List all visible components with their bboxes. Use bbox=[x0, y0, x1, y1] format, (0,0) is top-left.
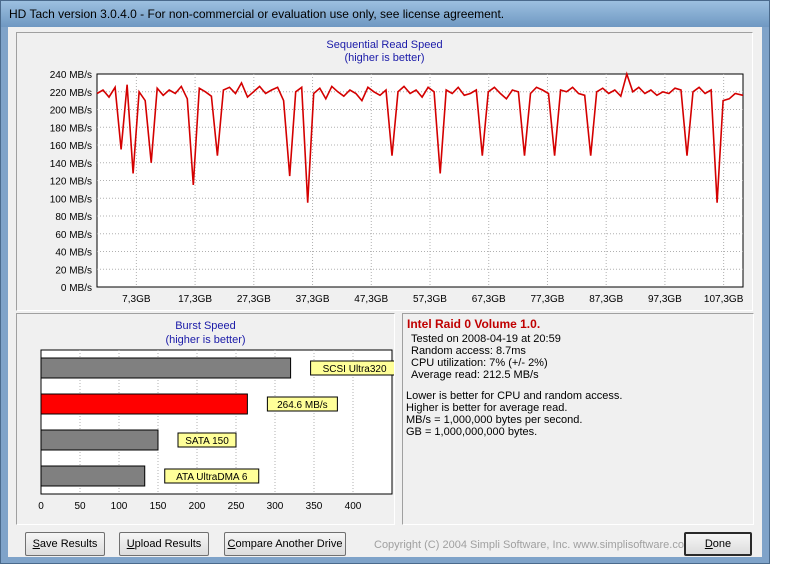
y-tick-label: 0 MB/s bbox=[61, 283, 92, 294]
title-bar[interactable]: HD Tach version 3.0.4.0 - For non-commer… bbox=[1, 1, 769, 27]
compare-another-drive-button[interactable]: Compare Another Drive bbox=[224, 532, 346, 556]
average-read: Average read: 212.5 MB/s bbox=[411, 369, 539, 381]
burst-bar bbox=[40, 429, 159, 451]
random-access: Random access: 8.7ms bbox=[411, 345, 526, 357]
results-info-panel: Intel Raid 0 Volume 1.0. Tested on 2008-… bbox=[402, 313, 754, 525]
drive-name: Intel Raid 0 Volume 1.0. bbox=[407, 317, 541, 331]
save-results-button[interactable]: Save Results bbox=[25, 532, 105, 556]
x-tick-label: 250 bbox=[228, 501, 245, 512]
x-tick-label: 100 bbox=[111, 501, 128, 512]
x-tick-label: 87,3GB bbox=[589, 294, 623, 305]
y-tick-label: 180 MB/s bbox=[50, 123, 92, 134]
x-tick-label: 17,3GB bbox=[178, 294, 212, 305]
upload-results-button[interactable]: Upload Results bbox=[119, 532, 209, 556]
note-line: Higher is better for average read. bbox=[406, 402, 568, 414]
bar-label: SCSI Ultra320 bbox=[323, 364, 387, 375]
sequential-read-panel: Sequential Read Speed (higher is better)… bbox=[16, 32, 753, 311]
note-line: Lower is better for CPU and random acces… bbox=[406, 390, 623, 402]
y-tick-label: 20 MB/s bbox=[55, 265, 92, 276]
burst-bar bbox=[40, 465, 146, 487]
app-window: HD Tach version 3.0.4.0 - For non-commer… bbox=[0, 0, 770, 564]
x-tick-label: 400 bbox=[345, 501, 362, 512]
burst-speed-chart: 0 50 100 150 200 250 300 350 400 SCSI Ultra320 264… bbox=[38, 349, 394, 512]
x-tick-label: 77,3GB bbox=[530, 294, 564, 305]
x-tick-label: 200 bbox=[189, 501, 206, 512]
bar-label: 264.6 MB/s bbox=[277, 400, 328, 411]
x-tick-label: 47,3GB bbox=[354, 294, 388, 305]
x-tick-label: 300 bbox=[267, 501, 284, 512]
done-button[interactable]: Done bbox=[684, 532, 752, 556]
burst-bar bbox=[40, 393, 248, 415]
burst-speed-panel: Burst Speed (higher is better) 0 50 100 150… bbox=[16, 313, 395, 525]
y-tick-label: 120 MB/s bbox=[50, 177, 92, 188]
y-tick-label: 200 MB/s bbox=[50, 106, 92, 117]
y-tick-label: 140 MB/s bbox=[50, 159, 92, 170]
y-tick-label: 40 MB/s bbox=[55, 248, 92, 259]
sequential-read-chart: 0 MB/s 20 MB/s 40 MB/s 60 MB/s 80 MB/s 100 MB… bbox=[50, 70, 744, 305]
x-tick-label: 37,3GB bbox=[296, 294, 330, 305]
x-tick-label: 0 bbox=[38, 501, 44, 512]
note-line: GB = 1,000,000,000 bytes. bbox=[406, 426, 538, 438]
y-tick-label: 220 MB/s bbox=[50, 88, 92, 99]
x-tick-label: 67,3GB bbox=[472, 294, 506, 305]
x-tick-label: 50 bbox=[74, 501, 86, 512]
y-tick-label: 80 MB/s bbox=[55, 212, 92, 223]
burst-bar bbox=[40, 357, 292, 379]
tested-on: Tested on 2008-04-19 at 20:59 bbox=[411, 333, 561, 345]
window-title: HD Tach version 3.0.4.0 - For non-commer… bbox=[9, 7, 505, 21]
cpu-utilization: CPU utilization: 7% (+/- 2%) bbox=[411, 357, 548, 369]
copyright-text: Copyright (C) 2004 Simpli Software, Inc.… bbox=[374, 539, 694, 551]
y-tick-label: 160 MB/s bbox=[50, 141, 92, 152]
y-tick-label: 60 MB/s bbox=[55, 230, 92, 241]
y-tick-label: 240 MB/s bbox=[50, 70, 92, 81]
x-tick-label: 27,3GB bbox=[237, 294, 271, 305]
bar-label: SATA 150 bbox=[185, 436, 229, 447]
bar-label: ATA UltraDMA 6 bbox=[176, 472, 248, 483]
x-tick-label: 7,3GB bbox=[122, 294, 151, 305]
y-tick-label: 100 MB/s bbox=[50, 194, 92, 205]
client-area: Sequential Read Speed (higher is better)… bbox=[8, 27, 762, 557]
x-tick-label: 107,3GB bbox=[704, 294, 744, 305]
x-tick-label: 57,3GB bbox=[413, 294, 447, 305]
x-tick-label: 350 bbox=[306, 501, 323, 512]
note-line: MB/s = 1,000,000 bytes per second. bbox=[406, 414, 583, 426]
x-tick-label: 150 bbox=[150, 501, 167, 512]
x-tick-label: 97,3GB bbox=[648, 294, 682, 305]
